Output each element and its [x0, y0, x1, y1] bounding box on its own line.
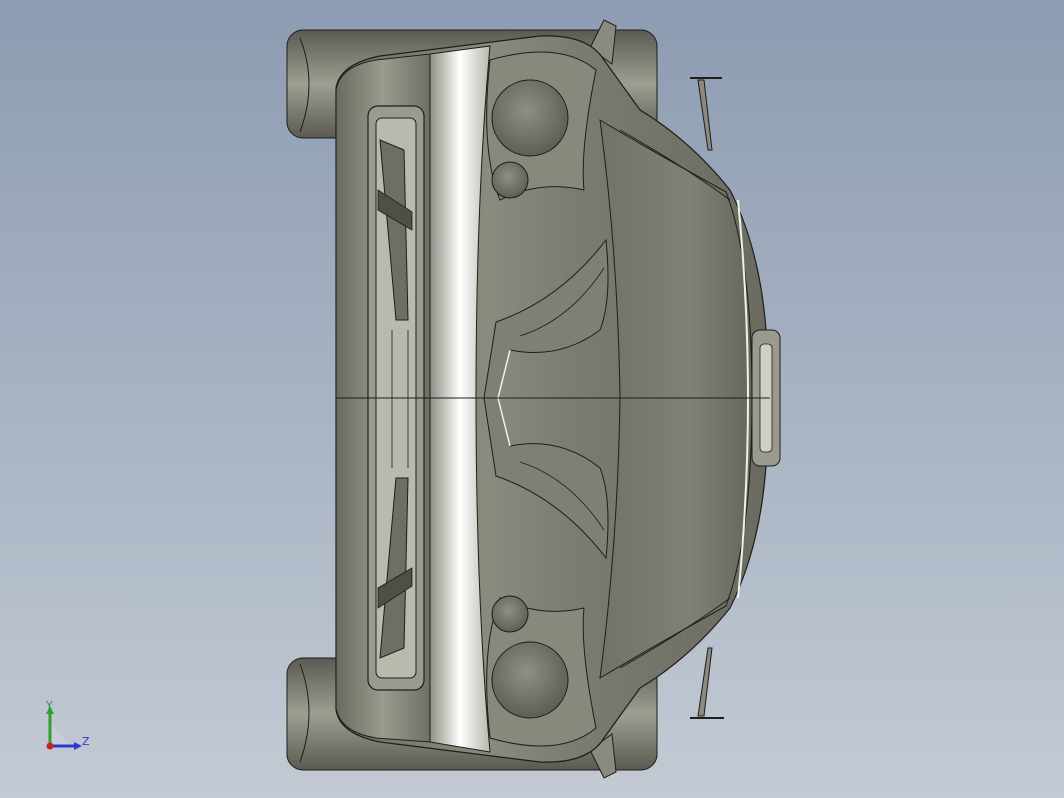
coordinate-triad: Y Z [40, 700, 100, 756]
wiper-top [690, 77, 722, 151]
headlamp-top [486, 51, 597, 201]
y-axis-label: Y [46, 699, 53, 712]
wiper-bottom [690, 647, 724, 719]
roof-panel [599, 119, 753, 679]
z-axis-label: Z [82, 735, 90, 748]
car-body-model[interactable] [0, 0, 1064, 798]
graphics-viewport[interactable]: Y Z [0, 0, 1064, 798]
headlamp-bottom [486, 595, 597, 747]
